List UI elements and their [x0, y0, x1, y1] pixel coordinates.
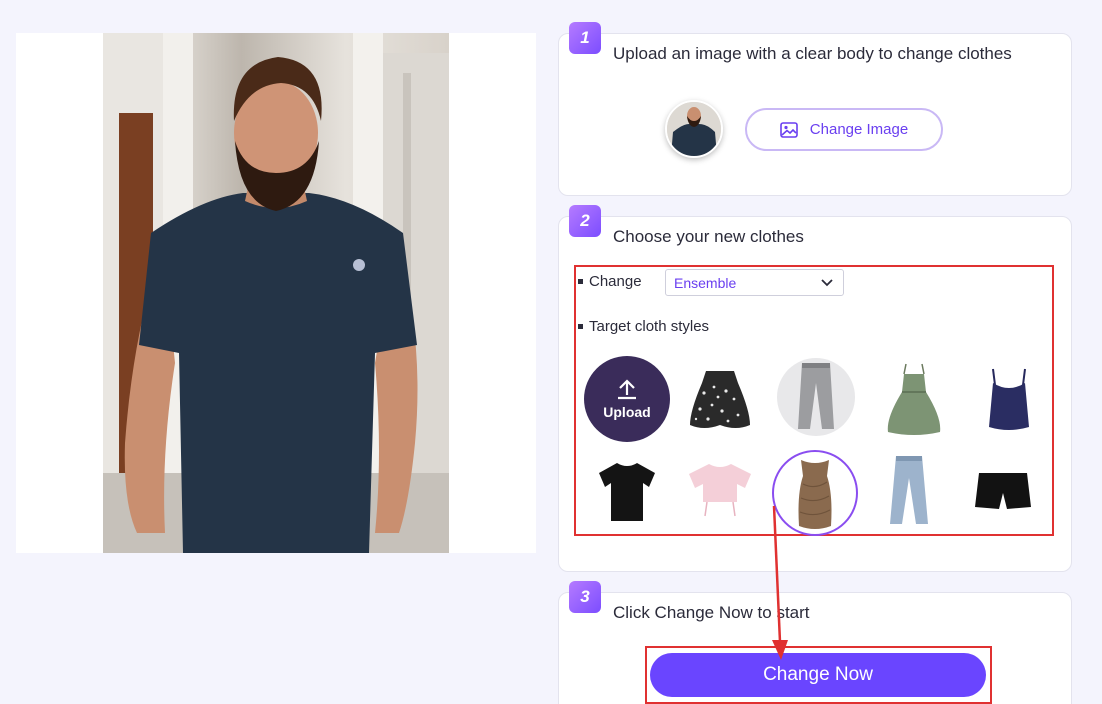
target-styles-label: Target cloth styles — [589, 318, 710, 335]
chevron-down-icon — [821, 278, 833, 286]
person-illustration — [103, 33, 449, 553]
style-pink-crop-top[interactable] — [677, 448, 763, 534]
step-change-now-card: 3 Click Change Now to start Change Now — [558, 581, 1072, 704]
change-row-label: Change — [578, 273, 642, 290]
change-type-value: Ensemble — [674, 274, 737, 291]
style-green-dress[interactable] — [871, 356, 957, 442]
upload-icon — [618, 379, 636, 400]
image-preview-panel — [16, 33, 536, 553]
target-styles-row-label: Target cloth styles — [578, 318, 709, 335]
style-grey-jeans[interactable] — [777, 358, 855, 436]
step-choose-clothes-card: 2 Choose your new clothes Change Ensembl… — [558, 205, 1072, 572]
bullet-icon — [578, 279, 583, 284]
step-title: Click Change Now to start — [613, 603, 810, 622]
image-icon — [779, 121, 798, 138]
step-number-badge: 3 — [569, 581, 601, 613]
brown-bodycon-dress-icon — [798, 460, 832, 529]
step-number-badge: 1 — [569, 22, 601, 54]
change-now-button[interactable]: Change Now — [650, 653, 986, 697]
grey-jeans-icon — [798, 363, 834, 429]
style-black-tshirt[interactable] — [584, 448, 670, 534]
change-image-label: Change Image — [809, 121, 909, 138]
bullet-icon — [578, 324, 583, 329]
clothes-selector-area: Change Ensemble Target cloth styles Uplo… — [574, 265, 1054, 536]
style-brown-bodycon-dress[interactable] — [772, 450, 858, 536]
upload-style-button[interactable]: Upload — [584, 356, 670, 442]
black-shorts-icon — [975, 473, 1031, 509]
blue-jeans-icon — [890, 456, 928, 524]
green-dress-icon — [887, 363, 941, 435]
navy-tank-top-icon — [989, 368, 1029, 430]
upload-label: Upload — [603, 404, 651, 420]
style-blue-jeans[interactable] — [866, 448, 952, 534]
pink-crop-top-icon — [689, 464, 751, 517]
step-title: Upload an image with a clear body to cha… — [613, 44, 1012, 63]
uploaded-person-thumbnail — [665, 100, 723, 158]
step-upload-card: 1 Upload an image with a clear body to c… — [558, 22, 1072, 196]
style-floral-skirt[interactable] — [677, 356, 763, 442]
floral-skirt-icon — [690, 371, 750, 428]
style-black-shorts[interactable] — [960, 448, 1046, 534]
change-label: Change — [589, 273, 642, 290]
change-image-button[interactable]: Change Image — [745, 108, 943, 151]
black-tshirt-icon — [599, 463, 655, 521]
person-thumbnail-icon — [667, 102, 721, 156]
change-type-select[interactable]: Ensemble — [665, 269, 844, 296]
step-number-badge: 2 — [569, 205, 601, 237]
uploaded-photo — [103, 33, 449, 553]
style-navy-tank-top[interactable] — [966, 356, 1052, 442]
step-title: Choose your new clothes — [613, 227, 804, 246]
change-now-highlight: Change Now — [645, 646, 992, 704]
